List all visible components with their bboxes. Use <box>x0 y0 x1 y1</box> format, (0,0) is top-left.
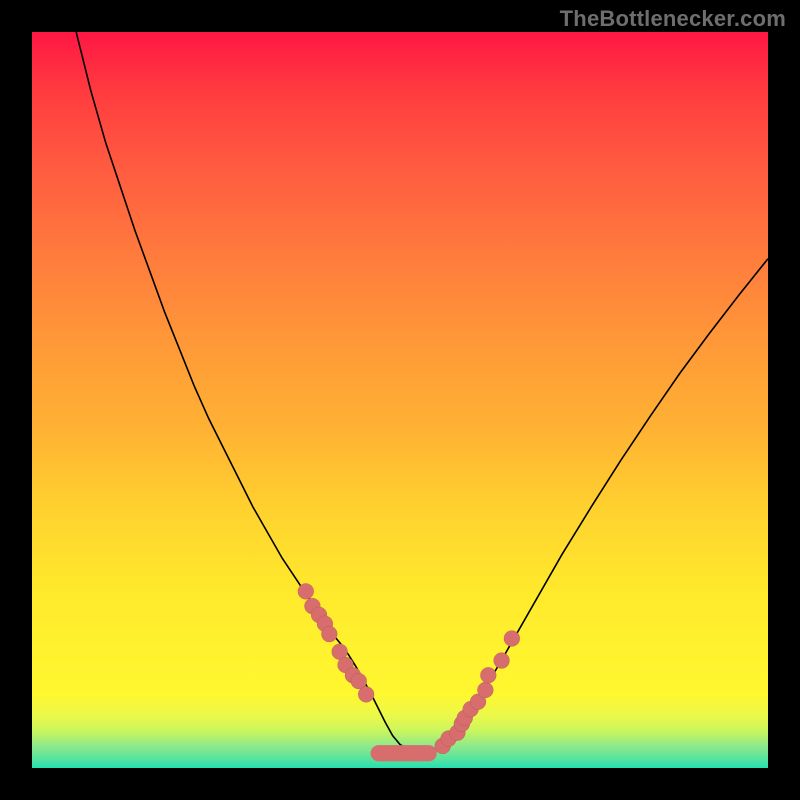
sample-dot <box>298 583 314 599</box>
valley-flat-marker <box>371 745 437 761</box>
sample-dot <box>480 667 496 683</box>
valley-flat-rect <box>371 745 437 761</box>
chart-frame: TheBottlenecker.com <box>0 0 800 800</box>
sample-dot <box>358 686 374 702</box>
sample-dots <box>298 583 520 754</box>
bottleneck-curve <box>76 32 768 753</box>
sample-dot <box>494 653 510 669</box>
sample-dot <box>321 626 337 642</box>
sample-dot <box>477 682 493 698</box>
watermark-text: TheBottlenecker.com <box>560 6 786 32</box>
chart-svg <box>32 32 768 768</box>
sample-dot <box>504 630 520 646</box>
chart-plot-area <box>32 32 768 768</box>
